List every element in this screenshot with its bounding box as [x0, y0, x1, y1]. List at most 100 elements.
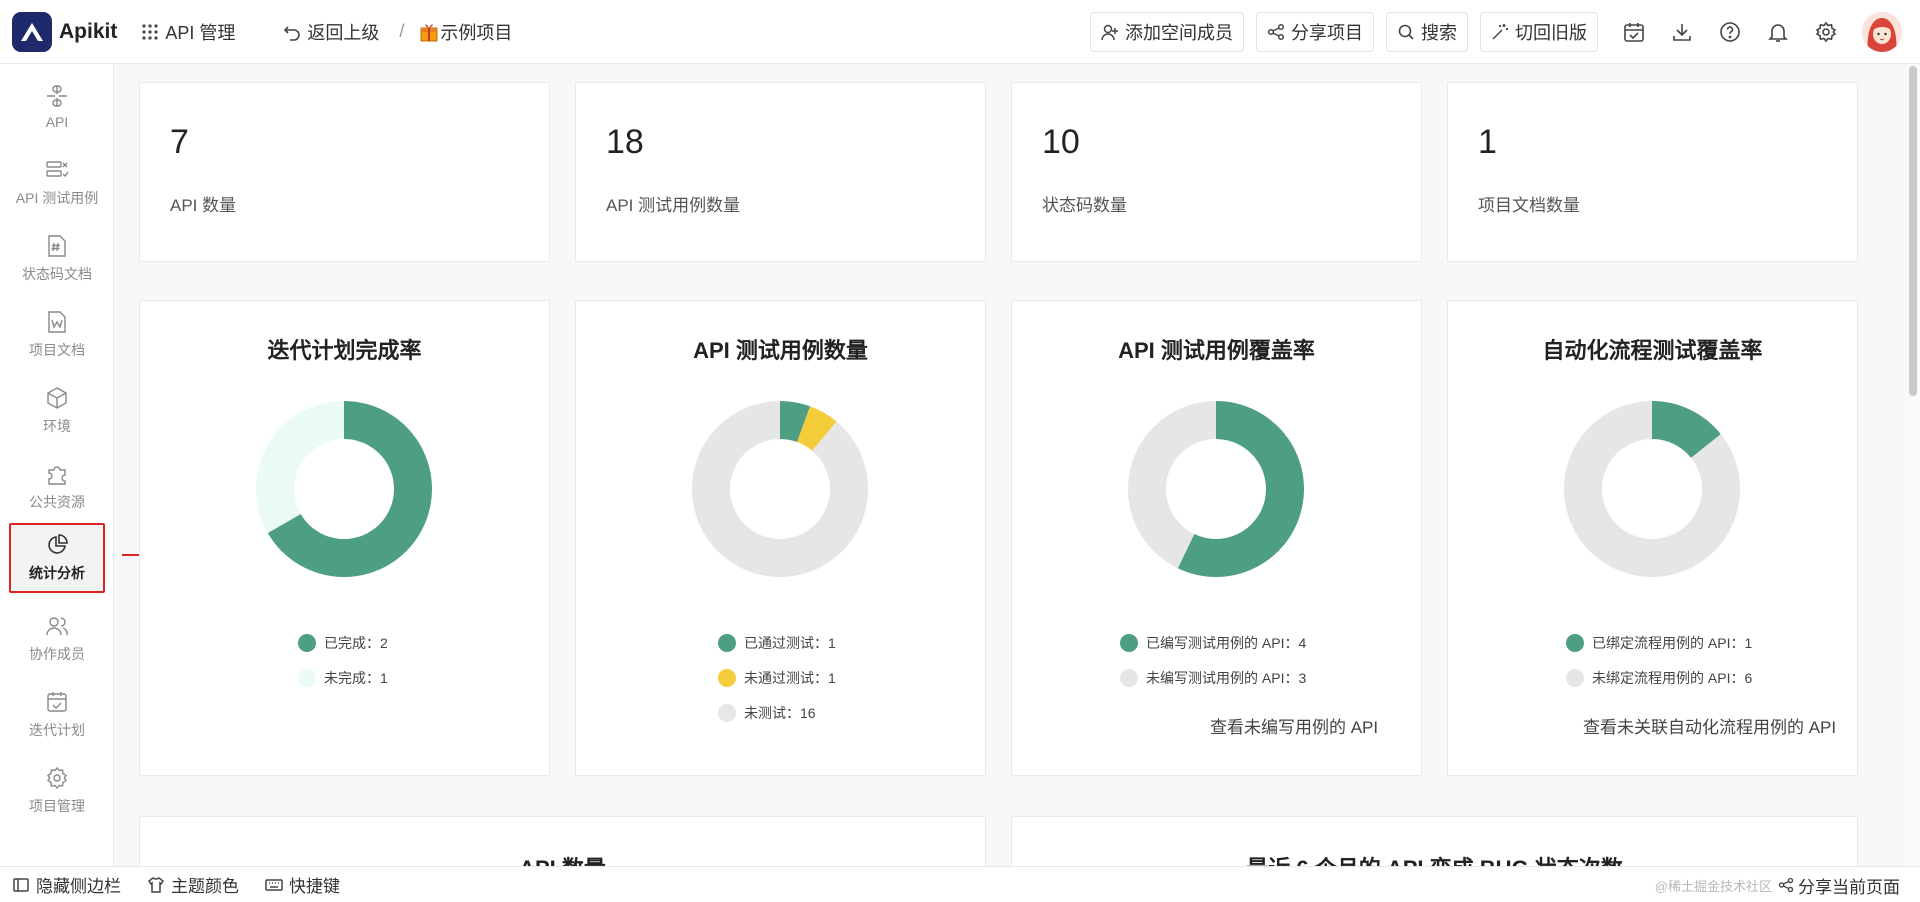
hide-sidebar-button[interactable]: 隐藏侧边栏	[12, 872, 121, 897]
legend-item[interactable]: 未测试：16	[576, 695, 985, 730]
sidebar-item-api-test-case[interactable]: API 测试用例	[9, 148, 105, 218]
switch-old-version-button[interactable]: 切回旧版	[1480, 12, 1598, 52]
sidebar-item-status-code-doc[interactable]: 状态码文档	[9, 224, 105, 294]
sidebar-item-label: 统计分析	[29, 565, 85, 581]
legend-dot	[1566, 668, 1584, 687]
logo-icon	[12, 11, 52, 52]
sidebar-item-iteration-plan[interactable]: 迭代计划	[9, 680, 105, 750]
download-icon	[1673, 24, 1691, 41]
chart-title: 最近 6 个月的 API 变成 BUG 状态次数	[1012, 851, 1857, 866]
legend-item[interactable]: 未通过测试：1	[576, 660, 985, 695]
chart-card-test-case-count: API 测试用例数量 已通过测试：1 未通过测试：1 未测试：16	[575, 300, 986, 776]
legend-label: 未完成：1	[324, 669, 388, 686]
sidebar-item-environment[interactable]: 环境	[9, 376, 105, 446]
legend-item[interactable]: 已编写测试用例的 API：4	[1012, 625, 1421, 660]
add-member-button[interactable]: 添加空间成员	[1090, 12, 1244, 52]
stat-card-project-doc-count: 1 项目文档数量	[1447, 82, 1858, 262]
api-icon	[47, 85, 67, 107]
share-page-button[interactable]: 分享当前页面	[1778, 873, 1900, 898]
chart-legend: 已编写测试用例的 API：4 未编写测试用例的 API：3	[1012, 625, 1421, 695]
api-manage-menu[interactable]: API 管理	[141, 19, 235, 45]
legend-dot	[718, 633, 736, 652]
scrollbar-thumb[interactable]	[1909, 66, 1917, 396]
sidebar-item-project-doc[interactable]: 项目文档	[9, 300, 105, 370]
chart-legend: 已绑定流程用例的 API：1 未绑定流程用例的 API：6	[1448, 625, 1857, 695]
donut-slice-2[interactable]	[256, 401, 344, 533]
view-unwritten-apis-link[interactable]: 查看未编写用例的 API	[1210, 713, 1378, 738]
vertical-scrollbar[interactable]	[1906, 64, 1920, 866]
calendar-check-icon	[1624, 23, 1644, 42]
donut-slice-3[interactable]	[692, 401, 868, 577]
sidebar-item-label: 项目管理	[29, 798, 85, 814]
legend-label: 已绑定流程用例的 API：1	[1592, 634, 1753, 651]
legend-item[interactable]: 已通过测试：1	[576, 625, 985, 660]
sidebar-item-public-resources[interactable]: 公共资源	[9, 452, 105, 522]
sidebar-item-label: 公共资源	[29, 494, 85, 510]
word-doc-icon	[48, 311, 66, 333]
stat-card-status-code-count: 10 状态码数量	[1011, 82, 1422, 262]
chart-title: API 测试用例数量	[693, 338, 868, 363]
breadcrumb-separator: /	[399, 21, 405, 41]
stat-value: 1	[1478, 123, 1497, 161]
stat-label: API 测试用例数量	[606, 196, 741, 215]
legend-dot	[718, 703, 736, 722]
stat-label: 项目文档数量	[1478, 196, 1580, 215]
bottom-bar: 隐藏侧边栏 主题颜色 快捷键 @稀土掘金技术社区 分享当前页面	[0, 866, 1920, 902]
sidebar-item-api[interactable]: API	[9, 72, 105, 142]
watermark: @稀土掘金技术社区	[1654, 878, 1772, 894]
legend-item[interactable]: 已完成：2	[140, 625, 549, 660]
share-project-label: 分享项目	[1291, 23, 1363, 43]
stat-value: 10	[1042, 123, 1080, 161]
sidebar-item-members[interactable]: 协作成员	[9, 604, 105, 674]
share-project-button[interactable]: 分享项目	[1256, 12, 1374, 52]
theme-color-button[interactable]: 主题颜色	[147, 872, 239, 897]
shortcuts-button[interactable]: 快捷键	[265, 872, 340, 897]
app-logo[interactable]: Apikit	[12, 11, 117, 52]
stat-value: 18	[606, 123, 644, 161]
sidebar-item-label: 状态码文档	[22, 266, 92, 282]
settings-button[interactable]	[1802, 8, 1850, 56]
shortcuts-label: 快捷键	[289, 877, 340, 896]
top-bar: Apikit API 管理 返回上级 / 示例项目 添加空间成员 分享项目 搜索…	[0, 0, 1920, 64]
legend-item[interactable]: 未编写测试用例的 API：3	[1012, 660, 1421, 695]
sidebar-item-label: 迭代计划	[29, 722, 85, 738]
project-name: 示例项目	[440, 22, 513, 43]
sidebar-item-project-settings[interactable]: 项目管理	[9, 756, 105, 826]
cube-icon	[47, 387, 67, 409]
back-button[interactable]: 返回上级	[283, 19, 379, 45]
help-button[interactable]	[1706, 8, 1754, 56]
gift-icon	[420, 24, 438, 41]
shirt-icon	[147, 876, 165, 893]
download-button[interactable]	[1658, 8, 1706, 56]
view-unlinked-automation-apis-link[interactable]: 查看未关联自动化流程用例的 API	[1583, 713, 1836, 738]
legend-label: 未绑定流程用例的 API：6	[1592, 669, 1753, 686]
donut-chart	[692, 401, 868, 577]
chart-title: API 测试用例覆盖率	[1118, 338, 1315, 363]
add-member-label: 添加空间成员	[1125, 23, 1233, 43]
gear-icon	[1815, 21, 1837, 43]
stat-card-api-count: 7 API 数量	[139, 82, 550, 262]
pie-chart-icon	[48, 534, 68, 554]
sidebar-item-label: 环境	[43, 418, 71, 434]
legend-dot	[1120, 668, 1138, 687]
chart-card-iteration-completion: 迭代计划完成率 已完成：2 未完成：1	[139, 300, 550, 776]
stat-card-test-case-count: 18 API 测试用例数量	[575, 82, 986, 262]
chart-title: 迭代计划完成率	[267, 338, 422, 363]
donut-chart	[256, 401, 432, 577]
legend-item[interactable]: 已绑定流程用例的 API：1	[1448, 625, 1857, 660]
legend-label: 已通过测试：1	[744, 634, 836, 651]
legend-dot	[1566, 633, 1584, 652]
breadcrumb-project[interactable]: 示例项目	[420, 19, 512, 45]
sidebar-item-statistics[interactable]: 统计分析	[9, 523, 105, 593]
legend-item[interactable]: 未完成：1	[140, 660, 549, 695]
calendar-check-button[interactable]	[1610, 8, 1658, 56]
legend-item[interactable]: 未绑定流程用例的 API：6	[1448, 660, 1857, 695]
search-button[interactable]: 搜索	[1386, 12, 1468, 52]
legend-label: 未编写测试用例的 API：3	[1146, 669, 1307, 686]
sidebar-item-label: API	[45, 114, 69, 130]
stat-label: 状态码数量	[1042, 196, 1127, 215]
user-avatar[interactable]	[1862, 12, 1902, 52]
notification-button[interactable]	[1754, 8, 1802, 56]
calendar-check-icon	[47, 692, 67, 712]
legend-label: 未通过测试：1	[744, 669, 836, 686]
